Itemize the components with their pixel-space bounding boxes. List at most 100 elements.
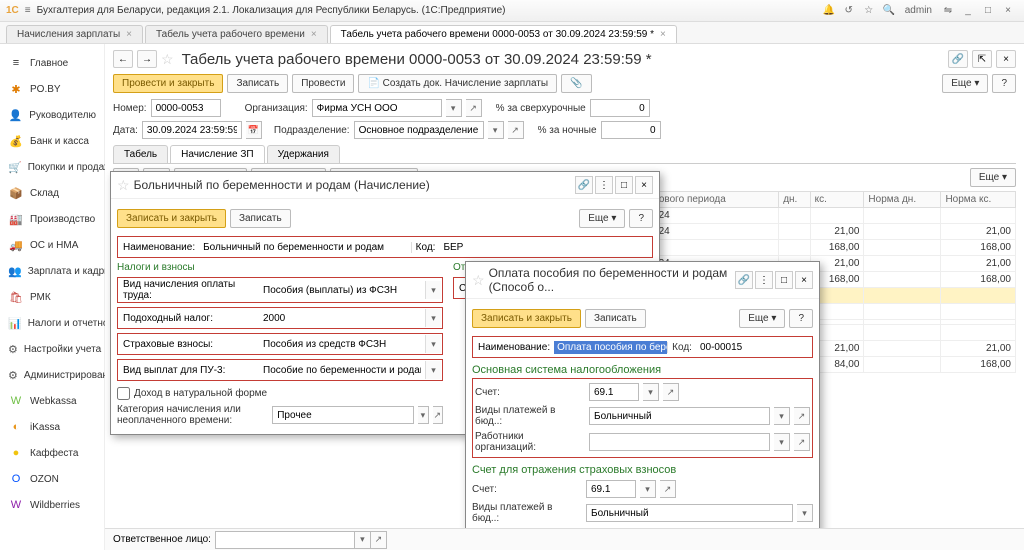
sidebar-item[interactable]: 📊Налоги и отчетность: [0, 310, 104, 336]
m2-name-value[interactable]: Оплата пособия по беременности и родам: [554, 341, 667, 354]
night-input[interactable]: [601, 121, 661, 139]
m1-tax-input[interactable]: [259, 309, 425, 327]
m1-cat-dd[interactable]: ▾: [418, 406, 428, 424]
m2-link[interactable]: 🔗: [735, 271, 753, 289]
m1-paytype-dd[interactable]: ▾: [425, 281, 441, 299]
sidebar-item[interactable]: 📦Склад: [0, 180, 104, 206]
m1-cat-open[interactable]: ↗: [433, 406, 443, 424]
m1-name-input[interactable]: [199, 238, 411, 256]
m2-star[interactable]: ☆: [472, 272, 485, 289]
m2-pay2-input[interactable]: [586, 504, 793, 522]
tab[interactable]: Табель учета рабочего времени×: [145, 25, 328, 43]
m2-pay2-dd[interactable]: ▾: [797, 504, 813, 522]
history-icon[interactable]: ↺: [839, 1, 859, 21]
expand-icon[interactable]: ⇱: [972, 50, 992, 68]
m2-save-close[interactable]: Записать и закрыть: [472, 309, 581, 328]
subdiv-input[interactable]: [354, 121, 484, 139]
sidebar-item[interactable]: 👤Руководителю: [0, 102, 104, 128]
m1-pu3-input[interactable]: [259, 361, 425, 379]
m1-help[interactable]: ?: [629, 209, 653, 228]
m1-close[interactable]: ×: [635, 176, 653, 194]
m1-paytype-input[interactable]: [259, 281, 425, 299]
grid-more[interactable]: Еще ▾: [970, 168, 1016, 187]
m1-ins-input[interactable]: [259, 335, 425, 353]
m2-more[interactable]: ⋮: [755, 271, 773, 289]
m2-work-dd[interactable]: ▾: [774, 433, 790, 451]
org-dropdown[interactable]: ▾: [446, 99, 462, 117]
subdiv-open[interactable]: ↗: [508, 121, 524, 139]
m2-pay-dd[interactable]: ▾: [774, 407, 790, 425]
close-icon[interactable]: ×: [998, 1, 1018, 21]
subdiv-dropdown[interactable]: ▾: [488, 121, 504, 139]
sidebar-item[interactable]: WWebkassa: [0, 388, 104, 414]
nav-back[interactable]: ←: [113, 50, 133, 68]
m2-work-open[interactable]: ↗: [794, 433, 810, 451]
tab[interactable]: Начисления зарплаты×: [6, 25, 143, 43]
m2-acc-open[interactable]: ↗: [663, 383, 679, 401]
sidebar-item[interactable]: ⚙Настройки учета: [0, 336, 104, 362]
m2-help[interactable]: ?: [789, 309, 813, 328]
sidebar-item[interactable]: WWildberries: [0, 492, 104, 518]
m1-more-btn[interactable]: Еще ▾: [579, 209, 625, 228]
org-open[interactable]: ↗: [466, 99, 482, 117]
help-button[interactable]: ?: [992, 74, 1016, 93]
m1-pu3-dd[interactable]: ▾: [425, 361, 441, 379]
m2-work-input[interactable]: [589, 433, 770, 451]
sidebar-item[interactable]: 🚚ОС и НМА: [0, 232, 104, 258]
sidebar-item[interactable]: OOZON: [0, 466, 104, 492]
m2-pay-open[interactable]: ↗: [794, 407, 810, 425]
m2-more-btn[interactable]: Еще ▾: [739, 309, 785, 328]
sidebar-item[interactable]: 💰Банк и касса: [0, 128, 104, 154]
date-input[interactable]: [142, 121, 242, 139]
close-doc[interactable]: ×: [996, 50, 1016, 68]
m2-acc-input[interactable]: [589, 383, 639, 401]
m1-tax-dd[interactable]: ▾: [425, 309, 441, 327]
date-picker[interactable]: 📅: [246, 121, 262, 139]
create-doc-button[interactable]: 📄 Создать док. Начисление зарплаты: [358, 74, 557, 93]
sidebar-item[interactable]: 🛍РМК: [0, 284, 104, 310]
overtime-input[interactable]: [590, 99, 650, 117]
menu-icon[interactable]: ≡: [25, 5, 31, 16]
m2-acc2-input[interactable]: [586, 480, 636, 498]
m2-pay-input[interactable]: [589, 407, 770, 425]
sidebar-item[interactable]: ⚙Администрирование: [0, 362, 104, 388]
org-input[interactable]: [312, 99, 442, 117]
minimize-icon[interactable]: _: [958, 1, 978, 21]
footer-open[interactable]: ↗: [371, 531, 387, 549]
m2-acc-dd[interactable]: ▾: [643, 383, 659, 401]
m1-taxes-section[interactable]: Налоги и взносы: [117, 262, 195, 273]
m2-close[interactable]: ×: [795, 271, 813, 289]
m1-more[interactable]: ⋮: [595, 176, 613, 194]
nav-fwd[interactable]: →: [137, 50, 157, 68]
attach-button[interactable]: 📎: [561, 74, 591, 93]
search-icon[interactable]: 🔍: [879, 1, 899, 21]
sidebar-item[interactable]: 🛒Покупки и продажи: [0, 154, 104, 180]
m2-acc2-dd[interactable]: ▾: [640, 480, 656, 498]
m1-natural-chk[interactable]: [117, 387, 130, 400]
m2-save[interactable]: Записать: [585, 309, 646, 328]
post-close-button[interactable]: Провести и закрыть: [113, 74, 223, 93]
m1-save[interactable]: Записать: [230, 209, 291, 228]
maximize-icon[interactable]: □: [978, 1, 998, 21]
footer-dd[interactable]: ▾: [355, 531, 371, 549]
subtab[interactable]: Табель: [113, 145, 168, 163]
tab[interactable]: Табель учета рабочего времени 0000-0053 …: [330, 25, 677, 43]
m2-max[interactable]: □: [775, 271, 793, 289]
save-button[interactable]: Записать: [227, 74, 288, 93]
user-name[interactable]: admin: [905, 5, 932, 16]
sidebar-item[interactable]: 🏭Производство: [0, 206, 104, 232]
m1-save-close[interactable]: Записать и закрыть: [117, 209, 226, 228]
subtab[interactable]: Начисление ЗП: [170, 145, 264, 163]
sidebar-item[interactable]: ●Каффеста: [0, 440, 104, 466]
sidebar-item[interactable]: ≡Главное: [0, 50, 104, 76]
sidebar-item[interactable]: ◐iKassa: [0, 414, 104, 440]
m1-link[interactable]: 🔗: [575, 176, 593, 194]
m2-acc2-open[interactable]: ↗: [660, 480, 676, 498]
link-icon[interactable]: 🔗: [948, 50, 968, 68]
m1-star[interactable]: ☆: [117, 177, 130, 194]
m1-ins-dd[interactable]: ▾: [425, 335, 441, 353]
post-button[interactable]: Провести: [292, 74, 354, 93]
m1-max[interactable]: □: [615, 176, 633, 194]
more-button[interactable]: Еще ▾: [942, 74, 988, 93]
m1-code-input[interactable]: [439, 238, 651, 256]
